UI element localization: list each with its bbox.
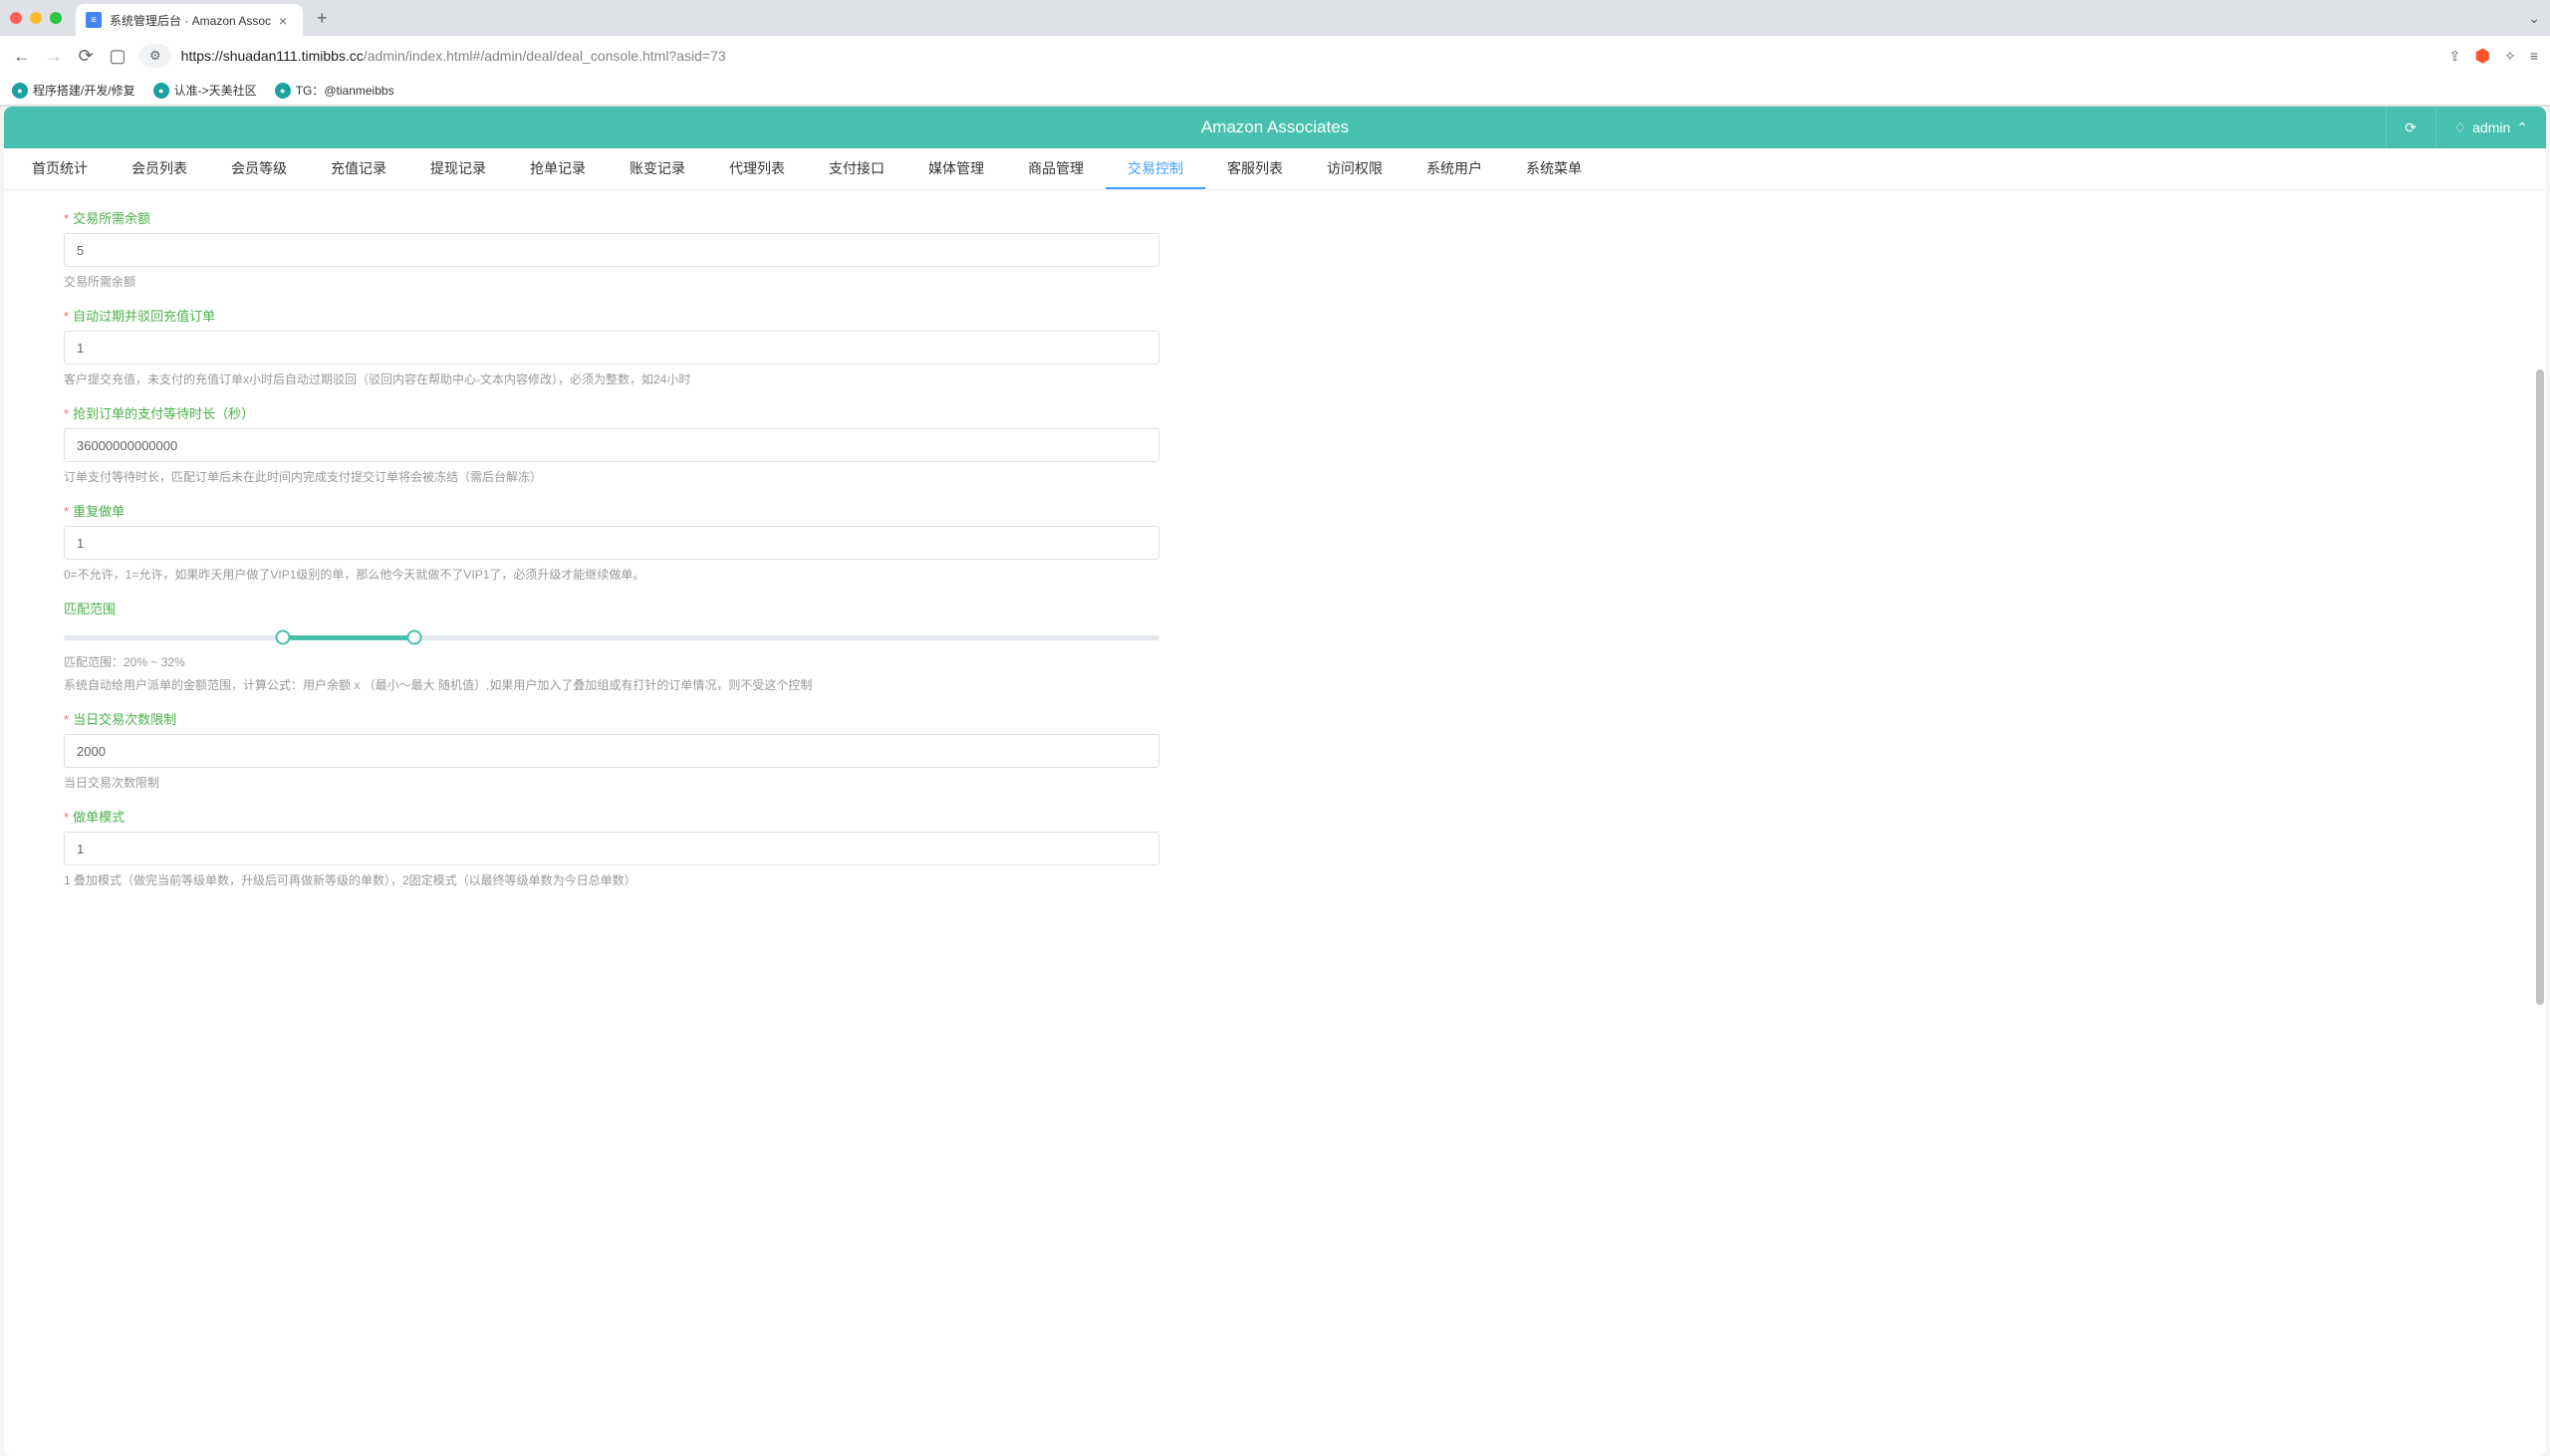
refresh-button[interactable]: ⟳: [2386, 107, 2435, 148]
bookmark-favicon-icon: ●: [275, 83, 291, 99]
bookmark-item[interactable]: ●程序搭建/开发/修复: [12, 82, 135, 99]
back-button[interactable]: ←: [12, 46, 32, 67]
bookmark-item[interactable]: ●TG：@tianmeibbs: [275, 82, 394, 99]
text-input[interactable]: [64, 832, 1159, 865]
field-label: 自动过期并驳回充值订单: [64, 306, 2486, 325]
extensions-icon[interactable]: ✧: [2504, 48, 2516, 65]
tab-favicon-icon: ≡: [86, 12, 102, 28]
close-window-button[interactable]: [10, 12, 22, 24]
main-nav: 首页统计会员列表会员等级充值记录提现记录抢单记录账变记录代理列表支付接口媒体管理…: [4, 148, 2546, 190]
chevron-down-icon: ⌃: [2516, 120, 2528, 136]
maximize-window-button[interactable]: [50, 12, 62, 24]
slider-handle-max[interactable]: [407, 630, 422, 645]
nav-item[interactable]: 抢单记录: [508, 148, 608, 189]
scrollbar-thumb[interactable]: [2536, 369, 2544, 1005]
field-hint: 交易所需余额: [64, 273, 2486, 290]
browser-chrome: ≡ 系统管理后台 · Amazon Assoc × + ⌄ ← → ⟳ ▢ ⚙ …: [0, 0, 2550, 107]
tab-bar: ≡ 系统管理后台 · Amazon Assoc × + ⌄: [0, 0, 2550, 36]
form-field: 做单模式 1 叠加模式（做完当前等级单数，升级后可再做新等级的单数），2固定模式（…: [4, 799, 2546, 896]
field-hint: 当日交易次数限制: [64, 774, 2486, 791]
tune-icon: ⚙: [149, 48, 161, 64]
field-label: 交易所需余额: [64, 208, 2486, 227]
nav-item[interactable]: 交易控制: [1106, 148, 1205, 189]
nav-item[interactable]: 媒体管理: [906, 148, 1006, 189]
field-label: 抢到订单的支付等待时长（秒）: [64, 403, 2486, 422]
url-text: https://shuadan111.timibbs.cc/admin/inde…: [181, 48, 726, 64]
toolbar-right: ⇪ ⬢ ✧ ≡: [2449, 46, 2538, 67]
app-title: Amazon Associates: [1201, 118, 1349, 137]
app-container: Amazon Associates ⟳ ♢ admin ⌃ 首页统计会员列表会员…: [4, 107, 2546, 1456]
share-icon[interactable]: ⇪: [2449, 48, 2461, 65]
text-input[interactable]: [64, 331, 1159, 364]
nav-item[interactable]: 账变记录: [608, 148, 707, 189]
text-input[interactable]: [64, 526, 1159, 560]
minimize-window-button[interactable]: [30, 12, 42, 24]
field-hint: 订单支付等待时长，匹配订单后未在此时间内完成支付提交订单将会被冻结（需后台解冻）: [64, 468, 2486, 485]
forward-button[interactable]: →: [44, 46, 64, 67]
nav-item[interactable]: 首页统计: [10, 148, 110, 189]
close-tab-button[interactable]: ×: [279, 13, 293, 27]
brave-shield-icon[interactable]: ⬢: [2474, 46, 2490, 67]
username: admin: [2472, 120, 2510, 135]
field-label: 当日交易次数限制: [64, 709, 2486, 728]
address-bar-row: ← → ⟳ ▢ ⚙ https://shuadan111.timibbs.cc/…: [0, 36, 2550, 76]
nav-item[interactable]: 系统菜单: [1504, 148, 1604, 189]
nav-item[interactable]: 提现记录: [408, 148, 508, 189]
form-field: 自动过期并驳回充值订单客户提交充值，未支付的充值订单x小时后自动过期驳回（驳回内…: [4, 298, 2546, 395]
reload-button[interactable]: ⟳: [76, 46, 96, 67]
form-field: 重复做单 0=不允许，1=允许，如果昨天用户做了VIP1级别的单，那么他今天就做不…: [4, 493, 2546, 591]
form-field: 抢到订单的支付等待时长（秒） 订单支付等待时长，匹配订单后未在此时间内完成支付提交…: [4, 395, 2546, 493]
field-hint: 0=不允许，1=允许，如果昨天用户做了VIP1级别的单，那么他今天就做不了VIP…: [64, 566, 2486, 583]
text-input[interactable]: [64, 734, 1159, 768]
nav-item[interactable]: 支付接口: [807, 148, 906, 189]
bookmark-button[interactable]: ▢: [108, 46, 128, 67]
tabs-dropdown-button[interactable]: ⌄: [2528, 10, 2540, 27]
field-hint: 系统自动给用户派单的金额范围，计算公式：用户余额 x （最小～最大 随机值）,如…: [64, 676, 2486, 693]
field-hint: 客户提交充值，未支付的充值订单x小时后自动过期驳回（驳回内容在帮助中心-文本内容…: [64, 370, 2486, 387]
nav-item[interactable]: 会员列表: [110, 148, 209, 189]
field-hint: 1 叠加模式（做完当前等级单数，升级后可再做新等级的单数），2固定模式（以最终等…: [64, 871, 2486, 888]
form-field: 当日交易次数限制当日交易次数限制: [4, 701, 2546, 799]
content-area: 交易所需余额交易所需余额自动过期并驳回充值订单客户提交充值，未支付的充值订单x小…: [4, 190, 2546, 1456]
field-label: 做单模式: [64, 807, 2486, 826]
nav-item[interactable]: 系统用户: [1404, 148, 1504, 189]
nav-item[interactable]: 充值记录: [309, 148, 408, 189]
range-slider[interactable]: [64, 627, 1159, 647]
field-hint: 匹配范围：20% ~ 32%: [64, 653, 2486, 670]
nav-item[interactable]: 访问权限: [1305, 148, 1404, 189]
refresh-icon: ⟳: [2405, 120, 2417, 136]
text-input[interactable]: [64, 428, 1159, 462]
slider-handle-min[interactable]: [276, 630, 291, 645]
app-header: Amazon Associates ⟳ ♢ admin ⌃: [4, 107, 2546, 148]
user-icon: ♢: [2454, 120, 2467, 136]
scrollbar[interactable]: [2536, 179, 2544, 1449]
bookmark-favicon-icon: ●: [12, 83, 28, 99]
site-settings-button[interactable]: ⚙: [139, 44, 171, 68]
form-field: 匹配范围匹配范围：20% ~ 32% 系统自动给用户派单的金额范围，计算公式：用户…: [4, 591, 2546, 701]
bookmark-favicon-icon: ●: [153, 83, 169, 99]
nav-item[interactable]: 代理列表: [707, 148, 807, 189]
bookmarks-bar: ●程序搭建/开发/修复 ●认准->天美社区 ●TG：@tianmeibbs: [0, 76, 2550, 106]
form-field: 交易所需余额交易所需余额: [4, 200, 2546, 298]
nav-item[interactable]: 会员等级: [209, 148, 309, 189]
browser-tab[interactable]: ≡ 系统管理后台 · Amazon Assoc ×: [76, 4, 303, 36]
new-tab-button[interactable]: +: [317, 8, 328, 29]
bookmark-item[interactable]: ●认准->天美社区: [153, 82, 257, 99]
menu-icon[interactable]: ≡: [2530, 48, 2538, 64]
field-label: 重复做单: [64, 501, 2486, 520]
nav-item[interactable]: 商品管理: [1006, 148, 1106, 189]
field-label: 匹配范围: [64, 599, 2486, 617]
window-controls: [10, 12, 62, 24]
nav-item[interactable]: 客服列表: [1205, 148, 1305, 189]
user-menu[interactable]: ♢ admin ⌃: [2435, 107, 2546, 148]
text-input[interactable]: [64, 233, 1159, 267]
tab-title: 系统管理后台 · Amazon Assoc: [110, 12, 271, 29]
address-bar[interactable]: ⚙ https://shuadan111.timibbs.cc/admin/in…: [139, 44, 2437, 68]
